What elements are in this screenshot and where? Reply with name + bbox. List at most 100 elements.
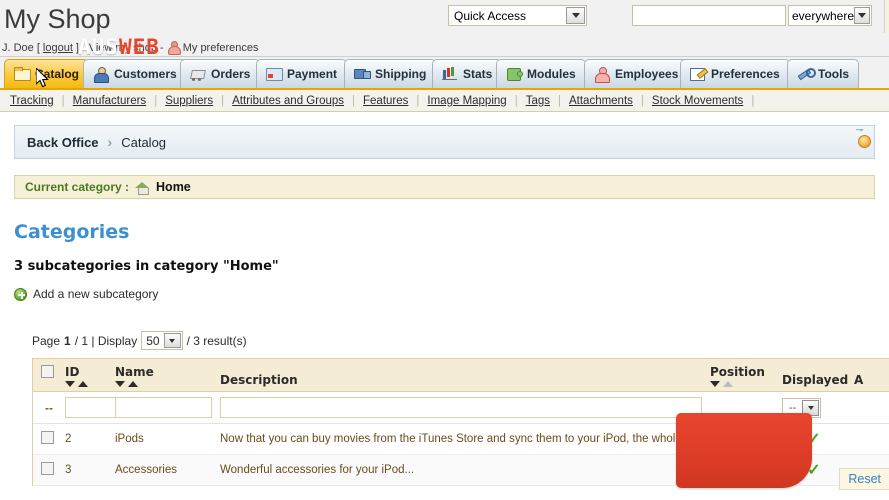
watermark-text-left: AUS [78,35,119,59]
sort-asc-icon[interactable] [128,381,138,387]
catalog-subnav: Tracking | Manufacturers | Suppliers | Attribu… [0,90,889,112]
tab-tools[interactable]: Tools [787,59,860,88]
sort-desc-icon[interactable] [115,381,125,387]
tab-label: Tools [818,67,850,81]
quick-access-value: Quick Access [454,8,527,23]
wrench-icon [797,67,816,81]
help-bulb-icon[interactable] [856,129,878,154]
subnav-separator: | [751,94,755,107]
tab-payment[interactable]: Payment [256,59,348,88]
watermark-text-right: WEB [118,35,160,59]
select-all-checkbox[interactable] [41,365,54,378]
app-window: My Shop J. Doe [ logout ] - View my shop… [0,0,889,500]
tab-label: Shipping [375,67,427,81]
chevron-down-icon[interactable] [163,333,181,348]
tab-preferences[interactable]: Preferences [680,59,790,88]
sort-desc-icon[interactable] [710,381,720,387]
cell-id: 3 [61,454,111,486]
auswebwatermark-shape [676,413,812,488]
tab-label: Stats [463,67,493,81]
column-header-actions: A [850,359,889,392]
tab-label: Preferences [711,67,780,81]
sort-controls-id [65,381,107,387]
tab-label: Employees [615,67,679,81]
sort-controls-name [115,381,212,387]
description-text: Now that you can buy movies from the iTu… [220,433,710,445]
tab-shipping[interactable]: Shipping [344,59,437,88]
payment-icon [266,67,283,81]
filter-cell-id [61,391,117,424]
subnav-item-attachments[interactable]: Attachments [561,95,641,107]
row-checkbox[interactable] [41,462,54,475]
subnav-item-tags[interactable]: Tags [518,95,558,107]
cell-actions[interactable] [850,423,889,455]
tab-stats[interactable]: Stats [432,59,503,88]
filter-displayed-value: -- [789,401,797,414]
sort-controls-position [710,381,774,387]
cell-name: Accessories [111,454,216,486]
subnav-item-suppliers[interactable]: Suppliers [157,95,221,107]
subnav-item-manufacturers[interactable]: Manufacturers [65,95,155,107]
cell-description: Now that you can buy movies from the iTu… [216,423,709,455]
tab-label: Modules [527,67,576,81]
tab-customers[interactable]: Customers [83,59,187,88]
breadcrumb-current: Catalog [121,134,167,150]
user-avatar-icon [167,41,181,55]
search-scope-select[interactable]: everywhere [788,5,872,26]
chart-icon [442,67,458,81]
results-count-label: / 3 result(s) [186,333,247,348]
row-select-cell [33,454,61,486]
subnav-item-stock-movements[interactable]: Stock Movements [644,95,751,107]
column-header-description: Description [216,359,706,392]
sort-asc-icon[interactable] [78,381,88,387]
home-icon [135,180,150,195]
employee-icon [594,67,610,83]
edit-icon [690,67,706,81]
subnav-item-features[interactable]: Features [355,95,416,107]
tab-label: Payment [287,67,338,81]
truck-icon [354,67,371,81]
page-title: Categories [14,221,130,243]
column-header-id: ID [61,359,111,392]
tab-employees[interactable]: Employees [584,59,689,88]
chevron-down-icon[interactable] [854,7,870,24]
column-header-position: Position [706,359,778,392]
subnav-item-image-mapping[interactable]: Image Mapping [419,95,514,107]
reset-button[interactable]: Reset [839,468,889,490]
subnav-item-tracking[interactable]: Tracking [2,95,62,107]
filter-input-description[interactable] [220,397,702,418]
tab-catalog[interactable]: Catalog [4,59,90,88]
add-subcategory-button[interactable]: Add a new subcategory [14,287,875,301]
tab-label: Orders [211,67,251,81]
chevron-down-icon[interactable] [566,7,585,24]
quick-access-select[interactable]: Quick Access [448,5,587,26]
display-count-select[interactable]: 50 [141,331,183,350]
logout-link[interactable]: logout [43,42,73,54]
row-checkbox[interactable] [41,431,54,444]
tab-label: Catalog [35,67,80,81]
column-label-position: Position [710,365,765,379]
plus-icon [14,287,27,301]
current-category-bar: Current category : Home [14,175,875,199]
folder-icon [14,67,31,81]
main-tabbar: Catalog Customers Orders Payment Shipping Sta… [0,57,889,90]
add-subcategory-label: Add a new subcategory [33,287,159,301]
search-input[interactable] [632,5,786,26]
tab-orders[interactable]: Orders [180,59,261,88]
chevron-right-icon: › [107,134,113,150]
subnav-item-attributes-and-groups[interactable]: Attributes and Groups [224,95,352,107]
filter-input-name[interactable] [115,397,212,418]
search-scope-value: everywhere [792,8,855,23]
sort-asc-icon[interactable] [723,381,733,387]
subcategory-count: 3 subcategories in category "Home" [14,259,279,274]
cell-id: 2 [61,423,111,455]
filter-input-id[interactable] [65,397,117,418]
column-header-name: Name [111,359,216,392]
filter-cell-actions [850,391,889,424]
cart-icon [190,67,206,81]
breadcrumb-root[interactable]: Back Office [27,135,99,150]
sort-desc-icon[interactable] [65,381,75,387]
my-preferences-link[interactable]: My preferences [183,42,259,54]
current-category-name: Home [156,180,191,194]
tab-modules[interactable]: Modules [496,59,586,88]
